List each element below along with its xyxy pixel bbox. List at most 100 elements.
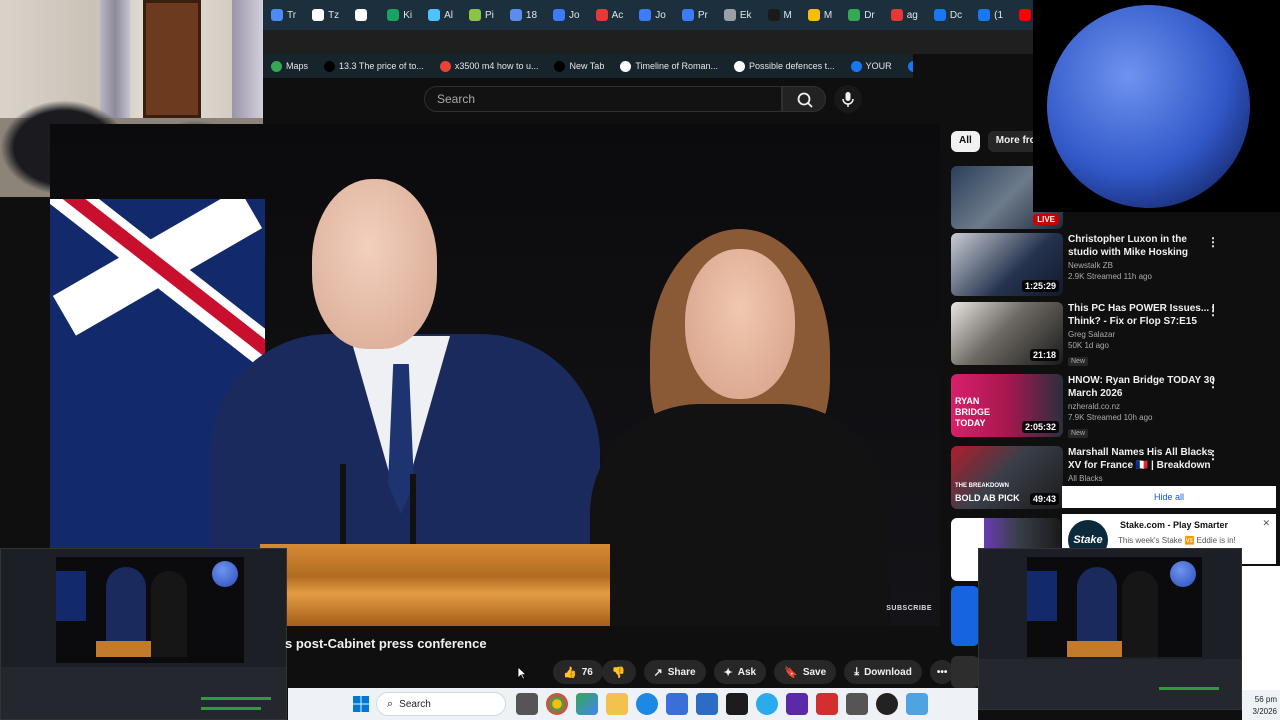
browser-tab[interactable]: Ki — [379, 0, 420, 30]
save-button[interactable]: 🔖 Save — [774, 660, 837, 684]
bookmark-label: Timeline of Roman... — [635, 61, 719, 71]
video-thumbnail[interactable]: 1:25:29 — [951, 233, 1063, 296]
ad-title[interactable]: Stake.com - Play Smarter — [1120, 520, 1228, 530]
browser-tab[interactable]: M — [760, 0, 800, 30]
recommendation-title[interactable]: HNOW: Ryan Bridge TODAY 30 March 2026 — [1068, 374, 1218, 400]
terminal-icon[interactable] — [726, 693, 748, 715]
recommendation-item[interactable]: 1:25:29 Christopher Luxon in the studio … — [951, 233, 1251, 299]
more-options-button[interactable]: ⋮ — [1207, 304, 1219, 318]
planet-overlay — [1033, 0, 1280, 212]
video-thumbnail[interactable]: RYAN BRIDGE TODAY 2:05:32 — [951, 374, 1063, 437]
duration-label: 2:05:32 — [1021, 421, 1059, 433]
hide-all-button[interactable]: Hide all — [1062, 486, 1276, 508]
ask-button[interactable]: ✦ Ask — [713, 660, 767, 684]
browser-tab[interactable]: Pi — [461, 0, 502, 30]
browser-tab[interactable]: Jo — [545, 0, 588, 30]
video-thumbnail[interactable]: THE BREAKDOWN BOLD AB PICK 49:43 — [951, 446, 1063, 509]
close-icon[interactable]: ✕ — [1262, 518, 1270, 529]
browser-tab[interactable]: Ac — [588, 0, 632, 30]
sparkle-icon: ✦ — [723, 666, 733, 679]
windows-taskbar: ⌕ Search — [288, 688, 978, 720]
tab-favicon-icon — [848, 9, 861, 21]
windows-icon — [353, 696, 369, 712]
recommendation-item[interactable]: 21:18 This PC Has POWER Issues... I Thin… — [951, 302, 1251, 368]
side-thumbnail[interactable] — [951, 656, 979, 688]
settings-icon[interactable] — [846, 693, 868, 715]
app-icon[interactable] — [786, 693, 808, 715]
taskbar-search[interactable]: ⌕ Search — [376, 692, 506, 716]
bookmark-item[interactable]: New Tab — [546, 60, 612, 72]
more-icon: ••• — [936, 666, 948, 678]
address-bar[interactable] — [263, 30, 1033, 54]
recommendation-item[interactable]: RYAN BRIDGE TODAY 2:05:32 HNOW: Ryan Bri… — [951, 374, 1251, 440]
bookmark-item[interactable]: Possible defences t... — [726, 60, 843, 72]
obs-icon[interactable] — [876, 693, 898, 715]
bookmark-item[interactable]: Facebook green party — [900, 60, 913, 72]
recommendation-title[interactable]: Christopher Luxon in the studio with Mik… — [1068, 233, 1218, 259]
subscribe-watermark[interactable]: SUBSCRIBE — [886, 605, 932, 612]
podium — [260, 544, 610, 626]
more-options-button[interactable]: ⋮ — [1207, 448, 1219, 462]
share-button[interactable]: ↗ Share — [643, 660, 706, 684]
browser-tab[interactable]: Tz — [304, 0, 347, 30]
bookmark-item[interactable]: 13.3 The price of to... — [316, 60, 432, 72]
recommendation-title[interactable]: This PC Has POWER Issues... I Think? - F… — [1068, 302, 1218, 328]
chrome-icon[interactable] — [546, 693, 568, 715]
webcam-door — [143, 0, 201, 118]
video-thumbnail[interactable]: 21:18 — [951, 302, 1063, 365]
browser-tab[interactable]: (1 — [970, 0, 1011, 30]
browser-tab[interactable]: Ek — [716, 0, 760, 30]
outlook-icon[interactable] — [666, 693, 688, 715]
recommendation-title[interactable]: Marshall Names His All Blacks XV for Fra… — [1068, 446, 1218, 472]
windows-start-button[interactable] — [350, 693, 372, 715]
edge-icon[interactable] — [636, 693, 658, 715]
channel-name[interactable]: Greg Salazar — [1068, 330, 1218, 339]
browser-tab[interactable]: 18 — [502, 0, 545, 30]
browser-tab[interactable] — [347, 0, 379, 30]
channel-name[interactable]: All Blacks — [1068, 474, 1218, 483]
browser-tab[interactable]: ag — [883, 0, 926, 30]
like-button[interactable]: 👍 76 — [553, 660, 603, 684]
app-icon[interactable] — [576, 693, 598, 715]
task-view-icon[interactable] — [516, 693, 538, 715]
channel-name[interactable]: nzherald.co.nz — [1068, 402, 1218, 411]
dislike-button[interactable]: 👎 — [601, 660, 636, 684]
obs-dock-panels — [1, 667, 286, 719]
thumbs-down-icon: 👎 — [611, 666, 626, 679]
tab-label: Al — [444, 9, 453, 21]
download-button[interactable]: ⤓ Download — [844, 660, 922, 684]
bookmark-item[interactable]: Maps — [263, 60, 316, 72]
tab-favicon-icon — [681, 9, 694, 21]
bookmark-favicon-icon — [620, 60, 632, 72]
bookmark-item[interactable]: x3500 m4 how to u... — [432, 60, 547, 72]
view-stats: 2.9K Streamed 11h ago — [1068, 272, 1152, 281]
interpreter — [590, 404, 890, 626]
tab-favicon-icon — [639, 9, 652, 21]
app-icon[interactable] — [816, 693, 838, 715]
browser-tab[interactable]: Dr — [840, 0, 883, 30]
store-icon[interactable] — [696, 693, 718, 715]
channel-name[interactable]: Newstalk ZB — [1068, 261, 1218, 270]
search-button[interactable] — [782, 86, 826, 112]
browser-tab[interactable]: Jo — [631, 0, 674, 30]
search-icon: ⌕ — [387, 697, 394, 710]
telegram-icon[interactable] — [756, 693, 778, 715]
system-clock[interactable]: 56 pm 3/2026 — [1242, 690, 1280, 720]
side-thumbnail[interactable] — [951, 586, 979, 646]
more-options-button[interactable]: ⋮ — [1207, 376, 1219, 390]
browser-tab[interactable]: Tr — [263, 0, 304, 30]
browser-tab[interactable]: (4 — [1011, 0, 1033, 30]
tab-favicon-icon — [509, 9, 522, 21]
bookmark-item[interactable]: YOUR — [843, 60, 900, 72]
voice-search-button[interactable] — [834, 85, 862, 113]
search-input[interactable]: Search — [424, 86, 782, 112]
browser-tab[interactable]: Dc — [926, 0, 970, 30]
bookmark-item[interactable]: Timeline of Roman... — [612, 60, 726, 72]
app-icon[interactable] — [906, 693, 928, 715]
browser-tab[interactable]: M — [800, 0, 840, 30]
browser-tab[interactable]: Al — [420, 0, 461, 30]
more-options-button[interactable]: ⋮ — [1207, 235, 1219, 249]
browser-tab[interactable]: Pr — [674, 0, 716, 30]
file-explorer-icon[interactable] — [606, 693, 628, 715]
chip-all[interactable]: All — [951, 131, 980, 152]
